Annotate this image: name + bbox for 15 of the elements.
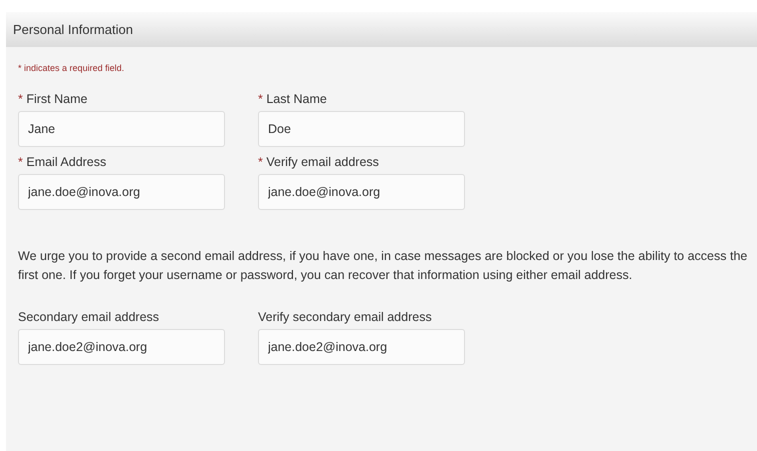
- input-field[interactable]: Doe: [258, 110, 465, 146]
- field-label: * First Name: [18, 90, 88, 106]
- notice-text: We urge you to provide a second email address, if you have one, in case messages are blocked or you lose the ability to access the first one. If you forget your username or password, you can recover that information using either email address.: [18, 248, 748, 284]
- field-label: Secondary email address: [18, 308, 160, 324]
- field-label: * Last Name: [258, 90, 328, 106]
- panel-title: Personal Information: [13, 20, 133, 39]
- input-field[interactable]: jane.doe@inova.org: [258, 174, 465, 210]
- input-field[interactable]: jane.doe2@inova.org: [18, 328, 225, 364]
- field-label: * Verify email address: [258, 154, 380, 170]
- field-label: Verify secondary email address: [258, 308, 433, 324]
- input-field[interactable]: jane.doe@inova.org: [18, 174, 225, 210]
- required-note: * indicates a required field.: [18, 62, 126, 75]
- input-field[interactable]: jane.doe2@inova.org: [258, 328, 465, 364]
- input-field[interactable]: Jane: [18, 110, 225, 146]
- field-label: * Email Address: [18, 154, 108, 170]
